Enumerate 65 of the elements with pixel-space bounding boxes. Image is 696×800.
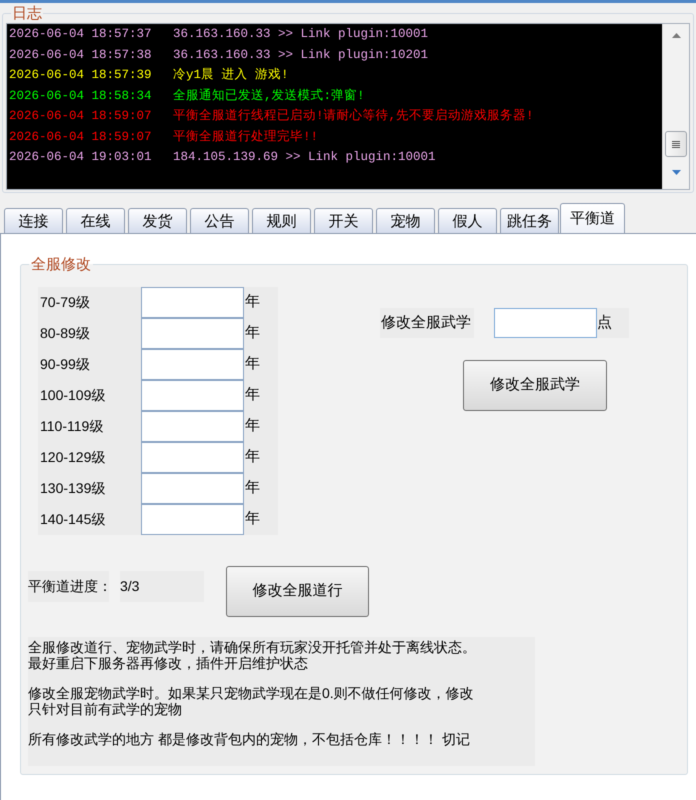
tab[interactable]: 发货 bbox=[128, 208, 187, 233]
level-label: 90-99级 bbox=[39, 355, 91, 374]
progress-label: 平衡道进度： bbox=[28, 571, 109, 602]
progress-value: 3/3 bbox=[120, 571, 204, 602]
skill-label: 修改全服武学 bbox=[380, 308, 474, 338]
tab[interactable]: 在线 bbox=[66, 208, 125, 233]
note-text: 所有修改武学的地方 都是修改背包内的宠物，不包括仓库！！！！ 切记 bbox=[28, 731, 471, 747]
grip-icon bbox=[672, 140, 680, 148]
log-message: 36.163.160.33 >> Link plugin:10201 bbox=[173, 46, 428, 64]
tab[interactable]: 公告 bbox=[190, 208, 249, 233]
unit-label: 年 bbox=[244, 447, 260, 468]
log-time: 2026-06-04 18:58:34 bbox=[9, 88, 153, 104]
log-time: 2026-06-04 18:57:37 bbox=[9, 26, 153, 43]
level-input[interactable] bbox=[141, 380, 244, 411]
tab[interactable]: 假人 bbox=[438, 208, 497, 233]
unit-label: 年 bbox=[244, 323, 260, 344]
log-message: 184.105.139.69 >> Link plugin:10001 bbox=[173, 149, 436, 166]
log-time: 2026-06-04 18:57:39 bbox=[9, 67, 153, 84]
level-input[interactable] bbox=[141, 442, 244, 473]
log-group-title: 日志 bbox=[11, 6, 43, 21]
unit-label: 年 bbox=[244, 478, 260, 498]
log-time: 2026-06-04 18:59:07 bbox=[9, 108, 153, 125]
log-message: 36.163.160.33 >> Link plugin:10001 bbox=[173, 26, 428, 43]
unit-label: 年 bbox=[244, 292, 260, 312]
scrollbar[interactable] bbox=[662, 24, 689, 189]
log-time: 2026-06-04 19:03:01 bbox=[9, 149, 153, 166]
skill-input[interactable] bbox=[494, 308, 597, 338]
level-label: 140-145级 bbox=[39, 510, 106, 529]
log-message: 全服通知已发送,发送模式:弹窗! bbox=[173, 88, 365, 104]
note-text: 全服修改道行、宠物武学时，请确保所有玩家没开托管并处于离线状态。最好重启下服务器再修改，插件开启维护状态 bbox=[28, 639, 477, 671]
level-input[interactable] bbox=[141, 411, 244, 442]
level-input[interactable] bbox=[141, 349, 244, 380]
up-arrow-icon[interactable] bbox=[672, 33, 680, 38]
group-title: 全服修改 bbox=[30, 257, 92, 272]
unit-label: 年 bbox=[244, 416, 260, 436]
scrollbar-thumb[interactable] bbox=[665, 131, 687, 157]
tab[interactable]: 开关 bbox=[314, 208, 373, 233]
log-message: 平衡全服道行处理完毕!! bbox=[173, 128, 318, 146]
tab[interactable]: 跳任务 bbox=[500, 208, 559, 233]
level-input[interactable] bbox=[141, 504, 244, 535]
tab[interactable]: 平衡道 bbox=[560, 203, 625, 233]
level-label: 80-89级 bbox=[39, 324, 91, 343]
unit-label: 年 bbox=[244, 354, 260, 374]
tab[interactable]: 宠物 bbox=[376, 208, 435, 233]
level-label: 110-119级 bbox=[39, 417, 104, 436]
log-message: 平衡全服道行线程已启动!请耐心等待,先不要启动游戏服务器! bbox=[173, 108, 534, 125]
level-label: 120-129级 bbox=[39, 448, 106, 467]
level-input[interactable] bbox=[141, 473, 244, 504]
apply-skill-button[interactable]: 修改全服武学 bbox=[463, 360, 607, 411]
unit-label: 年 bbox=[244, 509, 260, 530]
note-text: 修改全服宠物武学时。如果某只宠物武学现在是0.则不做任何修改，修改只针对目前有武学的宠物 bbox=[28, 685, 475, 717]
level-input[interactable] bbox=[141, 287, 244, 318]
level-label: 70-79级 bbox=[39, 293, 91, 312]
unit-label: 点 bbox=[597, 308, 629, 338]
log-time: 2026-06-04 18:59:07 bbox=[9, 128, 153, 146]
level-label: 130-139级 bbox=[39, 479, 106, 498]
tab[interactable]: 规则 bbox=[252, 208, 311, 233]
level-label: 100-109级 bbox=[39, 386, 106, 405]
apply-button[interactable]: 修改全服道行 bbox=[226, 566, 369, 617]
tab[interactable]: 连接 bbox=[4, 208, 63, 233]
down-arrow-icon[interactable] bbox=[672, 170, 680, 175]
log-time: 2026-06-04 18:57:38 bbox=[9, 46, 153, 64]
unit-label: 年 bbox=[244, 385, 260, 406]
log-message: 冷y1晨 进入 游戏! bbox=[173, 66, 289, 84]
level-input[interactable] bbox=[141, 318, 244, 349]
